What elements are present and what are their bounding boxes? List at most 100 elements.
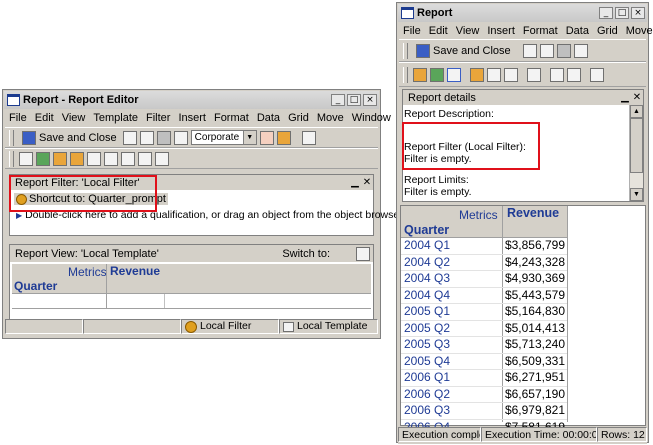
close-button[interactable]: × xyxy=(631,7,645,19)
menu-item-edit[interactable]: Edit xyxy=(31,112,58,124)
book-icon[interactable] xyxy=(122,130,137,145)
revenue-header[interactable]: Revenue xyxy=(507,206,559,220)
quarter-header[interactable]: Quarter xyxy=(14,279,57,293)
quarter-cell[interactable]: 2005 Q2 xyxy=(404,321,450,335)
minimize-panel-icon[interactable]: ▁ xyxy=(349,177,361,188)
revenue-cell[interactable]: $6,509,331 xyxy=(505,354,565,368)
minimize-button[interactable]: _ xyxy=(331,94,345,106)
revenue-cell[interactable]: $4,243,328 xyxy=(505,255,565,269)
menu-item-window[interactable]: Window xyxy=(348,112,395,124)
print-preview-icon[interactable] xyxy=(539,43,554,58)
quarter-cell[interactable]: 2005 Q1 xyxy=(404,304,450,318)
table-row[interactable]: 2006 Q2 $6,657,190 xyxy=(401,387,567,403)
toolbar-grip[interactable] xyxy=(9,129,14,146)
menu-item-grid[interactable]: Grid xyxy=(284,112,313,124)
metrics-header[interactable]: Metrics xyxy=(68,265,107,279)
toolbar-grip[interactable] xyxy=(403,42,408,59)
schedule-icon[interactable] xyxy=(590,67,604,82)
quarter-cell[interactable]: 2004 Q4 xyxy=(404,288,450,302)
table-row[interactable]: 2006 Q1 $6,271,951 xyxy=(401,370,567,387)
filter-icon[interactable] xyxy=(104,151,118,166)
revenue-cell[interactable]: $6,657,190 xyxy=(505,387,565,401)
switch-view-icon[interactable] xyxy=(356,246,370,261)
table-row[interactable]: 2004 Q4 $5,443,579 xyxy=(401,288,567,304)
table-row[interactable]: 2005 Q4 $6,509,331 xyxy=(401,354,567,370)
title-bar[interactable]: Report _ □ × xyxy=(398,4,647,22)
close-panel-icon[interactable]: ✕ xyxy=(631,92,643,103)
page-by-icon[interactable] xyxy=(121,151,135,166)
menu-item-data[interactable]: Data xyxy=(562,25,593,37)
menu-item-format[interactable]: Format xyxy=(519,25,562,37)
style-select[interactable]: Corporate ▼ xyxy=(190,130,257,145)
print-preview-icon[interactable] xyxy=(139,130,154,145)
drill-icon[interactable] xyxy=(413,67,427,82)
menu-item-data[interactable]: Data xyxy=(253,112,284,124)
table-row[interactable]: 2004 Q2 $4,243,328 xyxy=(401,255,567,271)
maximize-button[interactable]: □ xyxy=(615,7,629,19)
scroll-up-icon[interactable]: ▲ xyxy=(630,105,643,118)
refresh-icon[interactable] xyxy=(155,151,169,166)
metrics-header[interactable]: Metrics xyxy=(459,208,498,222)
properties-icon[interactable] xyxy=(173,130,188,145)
quarter-cell[interactable]: 2006 Q3 xyxy=(404,403,450,417)
title-bar[interactable]: Report - Report Editor _ □ × xyxy=(4,91,379,109)
grid-view-icon[interactable] xyxy=(487,67,501,82)
menu-item-edit[interactable]: Edit xyxy=(425,25,452,37)
grid-view-icon[interactable] xyxy=(19,151,33,166)
scroll-down-icon[interactable]: ▼ xyxy=(630,188,643,201)
quarter-cell[interactable]: 2004 Q1 xyxy=(404,238,450,252)
revenue-cell[interactable]: $5,014,413 xyxy=(505,321,565,335)
quarter-cell[interactable]: 2005 Q3 xyxy=(404,337,450,351)
table-row[interactable]: 2005 Q3 $5,713,240 xyxy=(401,337,567,354)
filter-icon[interactable] xyxy=(527,67,541,82)
menu-item-insert[interactable]: Insert xyxy=(174,112,210,124)
quarter-cell[interactable]: 2006 Q1 xyxy=(404,370,450,384)
table-row[interactable]: 2004 Q1 $3,856,799 xyxy=(401,238,567,255)
refresh-icon[interactable] xyxy=(567,67,581,82)
revenue-cell[interactable]: $6,271,951 xyxy=(505,370,565,384)
minimize-button[interactable]: _ xyxy=(599,7,613,19)
menu-item-file[interactable]: File xyxy=(399,25,425,37)
menu-item-view[interactable]: View xyxy=(452,25,484,37)
table-row[interactable]: 2005 Q2 $5,014,413 xyxy=(401,321,567,337)
menu-item-format[interactable]: Format xyxy=(210,112,253,124)
book-icon[interactable] xyxy=(522,43,537,58)
local-template-tab[interactable]: Local Template xyxy=(279,319,378,334)
close-panel-icon[interactable]: ✕ xyxy=(361,177,373,188)
data-icon[interactable] xyxy=(36,151,50,166)
toolbar-grip[interactable] xyxy=(403,66,408,83)
revenue-cell[interactable]: $3,856,799 xyxy=(505,238,565,252)
revenue-cell[interactable]: $5,713,240 xyxy=(505,337,565,351)
autostyle-icon[interactable] xyxy=(259,130,274,145)
revenue-header[interactable]: Revenue xyxy=(110,264,160,278)
quarter-cell[interactable]: 2004 Q2 xyxy=(404,255,450,269)
scroll-thumb[interactable] xyxy=(630,118,643,173)
quarter-cell[interactable]: 2006 Q2 xyxy=(404,387,450,401)
menu-item-grid[interactable]: Grid xyxy=(593,25,622,37)
menu-item-template[interactable]: Template xyxy=(89,112,142,124)
revenue-cell[interactable]: $5,164,830 xyxy=(505,304,565,318)
quarter-cell[interactable]: 2005 Q4 xyxy=(404,354,450,368)
menu-item-filter[interactable]: Filter xyxy=(142,112,174,124)
menu-item-move[interactable]: Move xyxy=(313,112,348,124)
table-row[interactable]: 2006 Q3 $6,979,821 xyxy=(401,403,567,420)
report-objects-icon[interactable] xyxy=(504,67,518,82)
close-button[interactable]: × xyxy=(363,94,377,106)
toolbar-grip[interactable] xyxy=(9,150,14,167)
format-icon[interactable] xyxy=(276,130,291,145)
save-and-close-button[interactable]: Save and Close xyxy=(413,43,514,58)
details-scrollbar[interactable]: ▲ ▼ xyxy=(629,105,643,201)
design-icon[interactable] xyxy=(53,151,67,166)
revenue-cell[interactable]: $5,443,579 xyxy=(505,288,565,302)
quarter-header[interactable]: Quarter xyxy=(404,223,449,237)
data-icon[interactable] xyxy=(430,67,444,82)
menu-item-insert[interactable]: Insert xyxy=(483,25,519,37)
properties-icon[interactable] xyxy=(573,43,588,58)
menu-item-move[interactable]: Move xyxy=(622,25,653,37)
minimize-panel-icon[interactable]: ▁ xyxy=(619,92,631,103)
local-filter-tab[interactable]: Local Filter xyxy=(181,319,279,334)
drill-icon[interactable] xyxy=(138,151,152,166)
menu-item-file[interactable]: File xyxy=(5,112,31,124)
table-row[interactable]: 2005 Q1 $5,164,830 xyxy=(401,304,567,321)
print-icon[interactable] xyxy=(156,130,171,145)
